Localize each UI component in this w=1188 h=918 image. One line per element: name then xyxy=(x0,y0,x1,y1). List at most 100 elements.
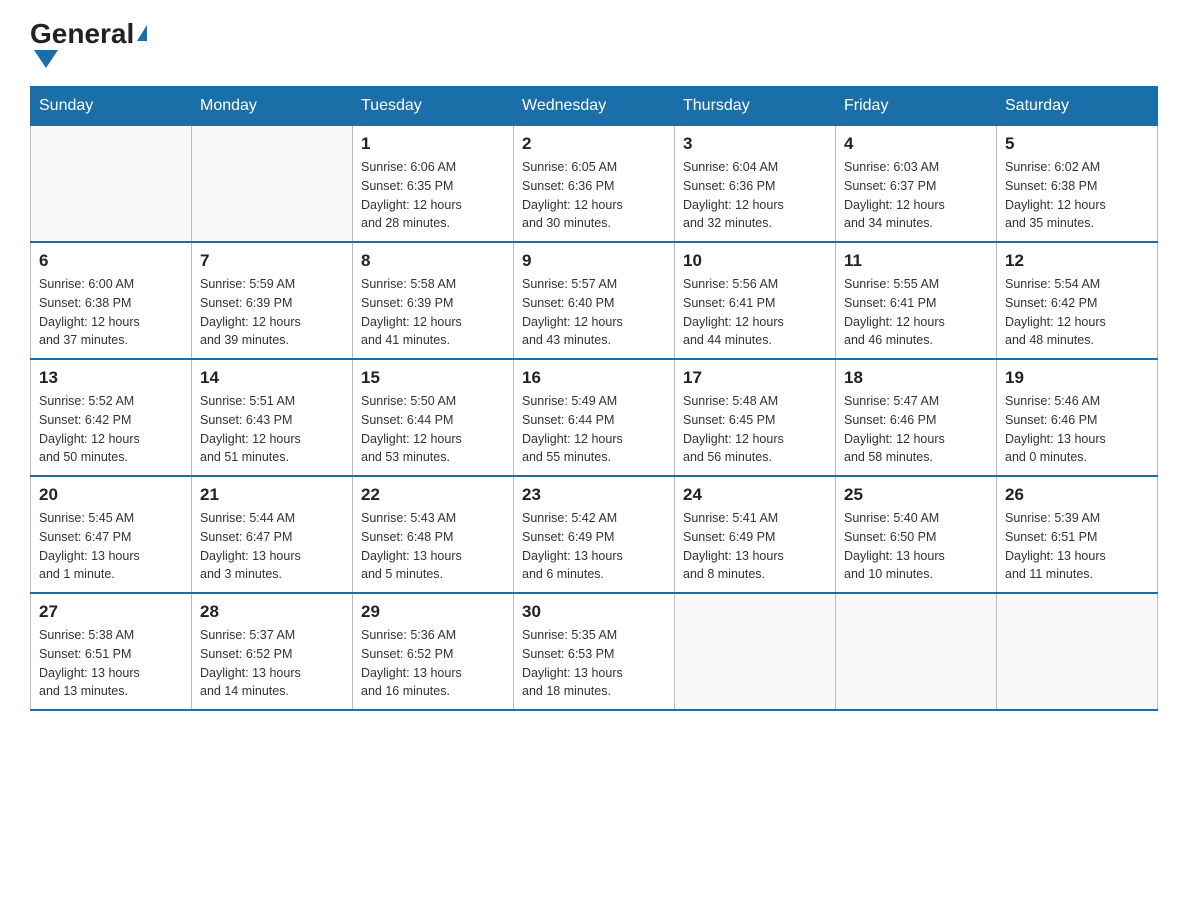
day-cell: 27 Sunrise: 5:38 AM Sunset: 6:51 PM Dayli… xyxy=(31,593,192,710)
day-cell: 14 Sunrise: 5:51 AM Sunset: 6:43 PM Dayli… xyxy=(192,359,353,476)
day-number: 17 xyxy=(683,368,827,388)
day-info: Sunrise: 5:38 AM Sunset: 6:51 PM Dayligh… xyxy=(39,626,183,701)
day-cell: 12 Sunrise: 5:54 AM Sunset: 6:42 PM Dayli… xyxy=(997,242,1158,359)
day-cell: 19 Sunrise: 5:46 AM Sunset: 6:46 PM Dayli… xyxy=(997,359,1158,476)
day-number: 28 xyxy=(200,602,344,622)
day-info: Sunrise: 5:37 AM Sunset: 6:52 PM Dayligh… xyxy=(200,626,344,701)
day-number: 27 xyxy=(39,602,183,622)
day-cell xyxy=(192,126,353,243)
day-cell: 26 Sunrise: 5:39 AM Sunset: 6:51 PM Dayli… xyxy=(997,476,1158,593)
day-info: Sunrise: 5:51 AM Sunset: 6:43 PM Dayligh… xyxy=(200,392,344,467)
day-number: 25 xyxy=(844,485,988,505)
day-number: 7 xyxy=(200,251,344,271)
day-cell xyxy=(997,593,1158,710)
day-cell: 22Sunrise: 5:43 AM Sunset: 6:48 PM Dayli… xyxy=(353,476,514,593)
day-info: Sunrise: 6:05 AM Sunset: 6:36 PM Dayligh… xyxy=(522,158,666,233)
day-info: Sunrise: 5:40 AM Sunset: 6:50 PM Dayligh… xyxy=(844,509,988,584)
week-row-2: 13 Sunrise: 5:52 AM Sunset: 6:42 PM Dayli… xyxy=(31,359,1158,476)
day-cell: 3Sunrise: 6:04 AM Sunset: 6:36 PM Daylig… xyxy=(675,126,836,243)
day-info: Sunrise: 5:58 AM Sunset: 6:39 PM Dayligh… xyxy=(361,275,505,350)
day-number: 12 xyxy=(1005,251,1149,271)
day-info: Sunrise: 5:59 AM Sunset: 6:39 PM Dayligh… xyxy=(200,275,344,350)
day-number: 13 xyxy=(39,368,183,388)
day-cell: 8 Sunrise: 5:58 AM Sunset: 6:39 PM Daylig… xyxy=(353,242,514,359)
day-cell: 5Sunrise: 6:02 AM Sunset: 6:38 PM Daylig… xyxy=(997,126,1158,243)
day-info: Sunrise: 5:55 AM Sunset: 6:41 PM Dayligh… xyxy=(844,275,988,350)
day-info: Sunrise: 5:54 AM Sunset: 6:42 PM Dayligh… xyxy=(1005,275,1149,350)
day-info: Sunrise: 5:42 AM Sunset: 6:49 PM Dayligh… xyxy=(522,509,666,584)
day-number: 20 xyxy=(39,485,183,505)
day-number: 14 xyxy=(200,368,344,388)
day-number: 3 xyxy=(683,134,827,154)
day-number: 10 xyxy=(683,251,827,271)
day-info: Sunrise: 5:46 AM Sunset: 6:46 PM Dayligh… xyxy=(1005,392,1149,467)
day-cell: 15 Sunrise: 5:50 AM Sunset: 6:44 PM Dayli… xyxy=(353,359,514,476)
week-row-1: 6Sunrise: 6:00 AM Sunset: 6:38 PM Daylig… xyxy=(31,242,1158,359)
day-number: 11 xyxy=(844,251,988,271)
day-info: Sunrise: 6:06 AM Sunset: 6:35 PM Dayligh… xyxy=(361,158,505,233)
week-row-0: 1Sunrise: 6:06 AM Sunset: 6:35 PM Daylig… xyxy=(31,126,1158,243)
day-number: 29 xyxy=(361,602,505,622)
day-info: Sunrise: 6:00 AM Sunset: 6:38 PM Dayligh… xyxy=(39,275,183,350)
day-number: 9 xyxy=(522,251,666,271)
header-row: SundayMondayTuesdayWednesdayThursdayFrid… xyxy=(31,87,1158,126)
day-cell xyxy=(31,126,192,243)
day-cell: 18Sunrise: 5:47 AM Sunset: 6:46 PM Dayli… xyxy=(836,359,997,476)
logo-general-text: General xyxy=(30,20,147,48)
week-row-4: 27 Sunrise: 5:38 AM Sunset: 6:51 PM Dayli… xyxy=(31,593,1158,710)
day-cell: 21Sunrise: 5:44 AM Sunset: 6:47 PM Dayli… xyxy=(192,476,353,593)
day-number: 16 xyxy=(522,368,666,388)
day-cell: 28 Sunrise: 5:37 AM Sunset: 6:52 PM Dayli… xyxy=(192,593,353,710)
day-cell: 9 Sunrise: 5:57 AM Sunset: 6:40 PM Daylig… xyxy=(514,242,675,359)
day-info: Sunrise: 5:50 AM Sunset: 6:44 PM Dayligh… xyxy=(361,392,505,467)
day-cell: 20Sunrise: 5:45 AM Sunset: 6:47 PM Dayli… xyxy=(31,476,192,593)
day-cell: 1Sunrise: 6:06 AM Sunset: 6:35 PM Daylig… xyxy=(353,126,514,243)
day-number: 23 xyxy=(522,485,666,505)
header-cell-tuesday: Tuesday xyxy=(353,87,514,126)
day-number: 2 xyxy=(522,134,666,154)
day-number: 26 xyxy=(1005,485,1149,505)
page-header: General xyxy=(30,20,1158,66)
header-cell-saturday: Saturday xyxy=(997,87,1158,126)
day-info: Sunrise: 5:57 AM Sunset: 6:40 PM Dayligh… xyxy=(522,275,666,350)
day-cell: 17 Sunrise: 5:48 AM Sunset: 6:45 PM Dayli… xyxy=(675,359,836,476)
day-info: Sunrise: 5:36 AM Sunset: 6:52 PM Dayligh… xyxy=(361,626,505,701)
week-row-3: 20Sunrise: 5:45 AM Sunset: 6:47 PM Dayli… xyxy=(31,476,1158,593)
day-cell: 10 Sunrise: 5:56 AM Sunset: 6:41 PM Dayli… xyxy=(675,242,836,359)
day-cell: 6Sunrise: 6:00 AM Sunset: 6:38 PM Daylig… xyxy=(31,242,192,359)
header-cell-monday: Monday xyxy=(192,87,353,126)
day-cell: 7 Sunrise: 5:59 AM Sunset: 6:39 PM Daylig… xyxy=(192,242,353,359)
day-number: 19 xyxy=(1005,368,1149,388)
day-cell: 25 Sunrise: 5:40 AM Sunset: 6:50 PM Dayli… xyxy=(836,476,997,593)
day-number: 4 xyxy=(844,134,988,154)
day-cell: 29 Sunrise: 5:36 AM Sunset: 6:52 PM Dayli… xyxy=(353,593,514,710)
day-number: 30 xyxy=(522,602,666,622)
logo-blue-text xyxy=(30,48,58,66)
day-info: Sunrise: 5:56 AM Sunset: 6:41 PM Dayligh… xyxy=(683,275,827,350)
day-number: 15 xyxy=(361,368,505,388)
day-cell: 16 Sunrise: 5:49 AM Sunset: 6:44 PM Dayli… xyxy=(514,359,675,476)
day-info: Sunrise: 5:47 AM Sunset: 6:46 PM Dayligh… xyxy=(844,392,988,467)
day-info: Sunrise: 5:52 AM Sunset: 6:42 PM Dayligh… xyxy=(39,392,183,467)
day-info: Sunrise: 5:39 AM Sunset: 6:51 PM Dayligh… xyxy=(1005,509,1149,584)
day-cell xyxy=(675,593,836,710)
day-number: 5 xyxy=(1005,134,1149,154)
day-cell: 11 Sunrise: 5:55 AM Sunset: 6:41 PM Dayli… xyxy=(836,242,997,359)
day-cell: 2 Sunrise: 6:05 AM Sunset: 6:36 PM Daylig… xyxy=(514,126,675,243)
day-number: 8 xyxy=(361,251,505,271)
day-info: Sunrise: 5:49 AM Sunset: 6:44 PM Dayligh… xyxy=(522,392,666,467)
day-number: 22 xyxy=(361,485,505,505)
day-cell: 24Sunrise: 5:41 AM Sunset: 6:49 PM Dayli… xyxy=(675,476,836,593)
header-cell-wednesday: Wednesday xyxy=(514,87,675,126)
day-info: Sunrise: 5:35 AM Sunset: 6:53 PM Dayligh… xyxy=(522,626,666,701)
day-number: 21 xyxy=(200,485,344,505)
day-info: Sunrise: 5:48 AM Sunset: 6:45 PM Dayligh… xyxy=(683,392,827,467)
calendar-table: SundayMondayTuesdayWednesdayThursdayFrid… xyxy=(30,86,1158,711)
logo: General xyxy=(30,20,147,66)
day-cell: 30 Sunrise: 5:35 AM Sunset: 6:53 PM Dayli… xyxy=(514,593,675,710)
day-cell: 23 Sunrise: 5:42 AM Sunset: 6:49 PM Dayli… xyxy=(514,476,675,593)
header-cell-sunday: Sunday xyxy=(31,87,192,126)
day-cell: 13 Sunrise: 5:52 AM Sunset: 6:42 PM Dayli… xyxy=(31,359,192,476)
calendar-header: SundayMondayTuesdayWednesdayThursdayFrid… xyxy=(31,87,1158,126)
day-info: Sunrise: 5:41 AM Sunset: 6:49 PM Dayligh… xyxy=(683,509,827,584)
